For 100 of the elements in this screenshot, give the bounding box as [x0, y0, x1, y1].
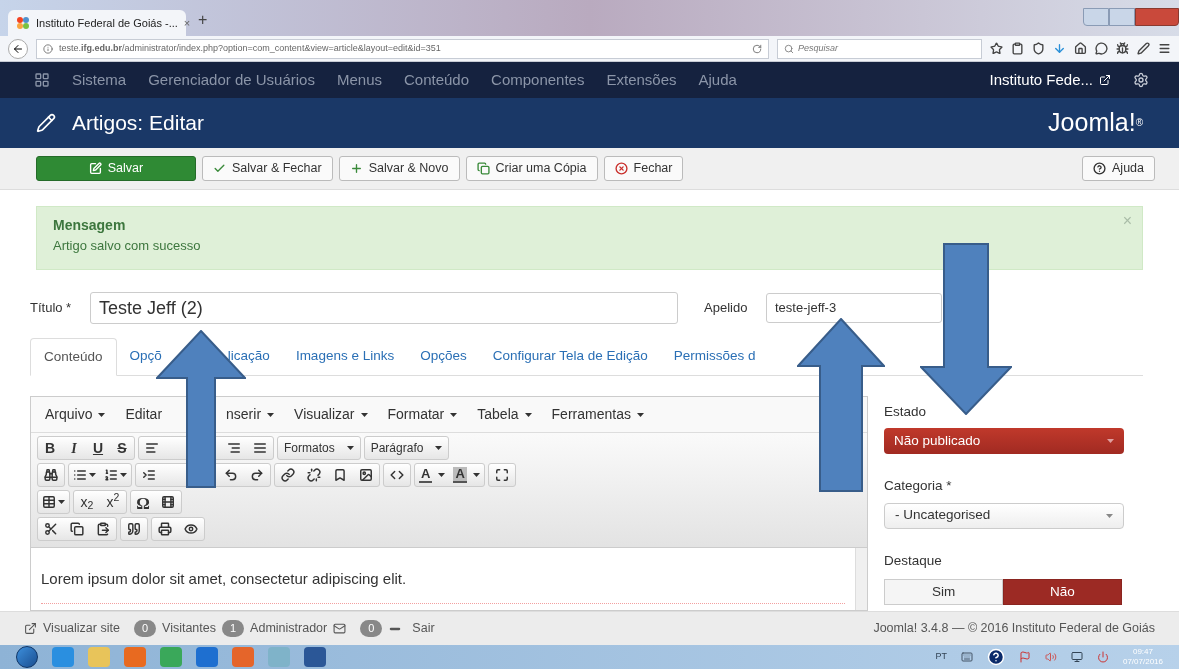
- nav-menu-item[interactable]: Componentes: [491, 68, 585, 92]
- star-icon[interactable]: [990, 42, 1003, 55]
- nav-menu-item[interactable]: Gerenciador de Usuários: [148, 68, 315, 92]
- keyboard-icon[interactable]: [960, 651, 973, 663]
- view-site-link[interactable]: Visualizar site: [43, 619, 120, 638]
- caret-icon: [1107, 439, 1114, 444]
- format-dropdown[interactable]: Parágrafo: [364, 437, 449, 459]
- start-button[interactable]: [16, 646, 38, 668]
- message-text: Artigo salvo com sucesso: [53, 237, 202, 255]
- toolbar-button[interactable]: Fechar: [603, 156, 684, 181]
- nav-menu-item[interactable]: Conteúdo: [404, 68, 470, 92]
- caret-icon: [636, 412, 644, 417]
- back-button[interactable]: [8, 38, 28, 59]
- nav-menu-item[interactable]: Menus: [336, 68, 382, 92]
- format-button[interactable]: U: [86, 437, 110, 459]
- copyright-text: Joomla! 3.4.8 — © 2016 Instituto Federal de Goiás: [873, 620, 1155, 638]
- tab-title: Instituto Federal de Goiás -...: [36, 15, 178, 31]
- category-select[interactable]: - Uncategorised: [884, 502, 1124, 529]
- toggle-option[interactable]: Não: [1003, 578, 1122, 605]
- format-dropdown[interactable]: Formatos: [278, 437, 360, 459]
- mail-icon: [333, 622, 347, 635]
- scrollbar[interactable]: [855, 548, 867, 610]
- help-icon[interactable]: [986, 648, 1005, 666]
- toolbar-button[interactable]: Criar uma Cópia: [465, 156, 598, 181]
- bug-icon[interactable]: [1116, 42, 1129, 55]
- caret-icon: [360, 412, 368, 417]
- script-button[interactable]: x$_{2}$: [74, 491, 100, 513]
- toolbar-button[interactable]: Salvar & Novo: [338, 156, 460, 181]
- editor-menu-item[interactable]: Visualizar: [286, 404, 376, 425]
- tab[interactable]: Permissões d: [660, 337, 769, 375]
- tab[interactable]: Conteúdo: [30, 338, 117, 376]
- caret-icon: [98, 412, 106, 417]
- caret-icon: [472, 473, 480, 477]
- copy-icon: [476, 162, 490, 175]
- tab[interactable]: Opçõ: [116, 337, 162, 375]
- nav-menu-item[interactable]: Extensões: [606, 68, 677, 92]
- editor-text[interactable]: Lorem ipsum dolor sit amet, consectetur adipiscing elit.: [41, 568, 845, 604]
- caret-icon: [89, 473, 96, 477]
- editor-menu-item[interactable]: Arquivo: [37, 404, 114, 425]
- editor-menu-item[interactable]: nserir: [218, 404, 283, 425]
- site-link[interactable]: Instituto Fede...: [989, 68, 1093, 92]
- check-icon: [213, 162, 226, 175]
- visitors-label: Visitantes: [162, 620, 216, 638]
- tab[interactable]: Imagens e Links: [282, 337, 408, 375]
- search-field[interactable]: Pesquisar: [777, 38, 982, 59]
- search-icon: [784, 43, 794, 54]
- field-label: Título *: [30, 299, 73, 318]
- network-icon[interactable]: [1070, 651, 1083, 663]
- text-color-button[interactable]: A: [415, 464, 450, 486]
- clipboard-icon[interactable]: [1011, 42, 1024, 55]
- field-label: Destaque: [884, 551, 943, 570]
- page-title: Artigos: Editar: [72, 110, 204, 137]
- format-button[interactable]: I: [62, 437, 86, 459]
- nav-menu-item[interactable]: Ajuda: [698, 68, 737, 92]
- reload-icon[interactable]: [752, 43, 762, 54]
- taskbar-app-icon[interactable]: [304, 647, 326, 667]
- flag-icon[interactable]: [1018, 651, 1031, 663]
- editor-menu-item[interactable]: Editar: [117, 404, 171, 425]
- tab-close-button[interactable]: ×: [183, 14, 191, 32]
- count-badge: 1: [222, 620, 245, 637]
- external-link-icon: [1099, 74, 1111, 86]
- settings-icon[interactable]: [1133, 72, 1149, 88]
- new-tab-button[interactable]: +: [198, 8, 208, 32]
- toolbar-button[interactable]: Salvar: [36, 156, 196, 181]
- format-button[interactable]: S: [110, 437, 134, 459]
- toggle-option[interactable]: Sim: [884, 578, 1003, 605]
- editor-menu-item[interactable]: Formatar: [379, 404, 466, 425]
- message-title: Mensagem: [53, 216, 127, 235]
- download-icon[interactable]: [1053, 42, 1066, 55]
- editor-menu-item[interactable]: Ferramentas: [543, 404, 652, 425]
- field-label: Apelido: [704, 299, 749, 318]
- table-icon: [42, 495, 56, 509]
- numbered-list-icon: [104, 468, 118, 482]
- pen-icon[interactable]: [1137, 42, 1150, 55]
- highlight-button[interactable]: A: [449, 464, 484, 486]
- toolbar-button[interactable]: Salvar & Fechar: [202, 156, 333, 181]
- toolbar-button[interactable]: Ajuda: [1082, 156, 1155, 181]
- tab-label-end[interactable]: licação: [227, 337, 270, 375]
- title-field[interactable]: Teste Jeff (2): [90, 292, 678, 324]
- logout-link[interactable]: Sair: [412, 619, 435, 638]
- tab[interactable]: Opções: [407, 337, 480, 375]
- editor-menu-item[interactable]: Tabela: [469, 404, 540, 425]
- info-icon: [43, 43, 53, 54]
- edit-icon: [88, 162, 102, 175]
- status-select[interactable]: Não publicado: [884, 428, 1124, 455]
- home-icon[interactable]: [1074, 42, 1087, 55]
- nav-menu-item[interactable]: Sistema: [72, 68, 127, 92]
- language-indicator[interactable]: PT: [935, 650, 947, 664]
- pencil-icon: [36, 113, 56, 133]
- tab[interactable]: Configurar Tela de Edição: [479, 337, 661, 375]
- chat-icon[interactable]: [1095, 42, 1108, 55]
- caret-icon: [1106, 513, 1113, 518]
- format-button[interactable]: B: [38, 437, 62, 459]
- caret-icon: [438, 473, 446, 477]
- alias-field[interactable]: teste-jeff-3: [766, 293, 942, 323]
- power-icon[interactable]: [1096, 651, 1109, 663]
- menu-icon[interactable]: [1158, 42, 1171, 55]
- script-button[interactable]: x$^{2}$: [100, 491, 126, 513]
- volume-icon[interactable]: [1044, 651, 1057, 663]
- shield-icon[interactable]: [1032, 42, 1045, 55]
